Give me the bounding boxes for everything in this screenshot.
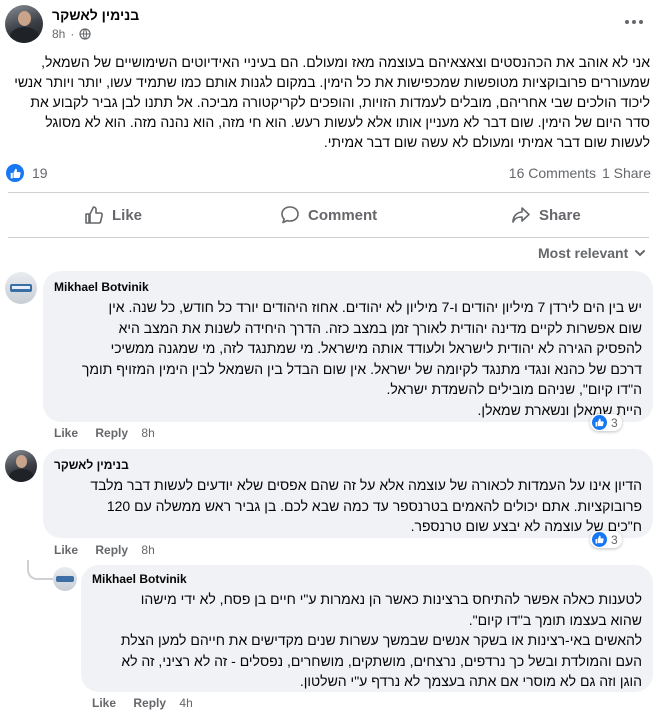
- like-reaction-icon: [6, 164, 24, 182]
- comment-button[interactable]: Comment: [280, 205, 377, 225]
- comment-reply-button[interactable]: Reply: [95, 543, 128, 557]
- comment-reactions-count: 3: [611, 532, 618, 547]
- comment-text: הדיון אינו על העמדות לכאורה של עוצמה אלא…: [54, 475, 642, 537]
- comment-button-label: Comment: [308, 206, 378, 224]
- comment-actions: Like Reply 8h: [54, 426, 155, 440]
- comment-reply-button[interactable]: Reply: [95, 426, 128, 440]
- comment-line: ה"דו קיום", שניהם מובילים להשמדת ישראל.: [386, 381, 642, 397]
- comment-time[interactable]: 8h: [141, 543, 154, 557]
- comment-line: העם והמולדת ובשל כך נרדפים, נרצחים, מושת…: [121, 652, 642, 669]
- comment-sort-label: Most relevant: [538, 245, 629, 261]
- commenter-avatar[interactable]: [5, 272, 37, 304]
- comment-line: הדיון אינו על העמדות לכאורה של עוצמה אלא…: [90, 477, 642, 493]
- comment-sort[interactable]: Most relevant: [538, 245, 646, 261]
- commenter-avatar[interactable]: [53, 567, 77, 591]
- comment-reactions[interactable]: 3: [590, 414, 622, 431]
- comment-like-button[interactable]: Like: [92, 696, 116, 710]
- comment-line: פרובוקציות. אתם יכולים להאמים בטרנספר עד…: [106, 497, 642, 514]
- comment-line: דרכם של כהנא ונגדי מתנגד לקיומה של ישראל…: [81, 360, 642, 377]
- comment-icon: [281, 206, 299, 224]
- post-author-name[interactable]: בנימין לאשקר: [52, 7, 139, 23]
- like-button[interactable]: Like: [84, 205, 142, 225]
- shares-count[interactable]: 1 Share: [602, 165, 651, 181]
- comment-line: הוגן וזה גם לא מוסרי אם אתה בעצמך לא נרד…: [299, 673, 642, 689]
- comment-line: היית שמאלן ונשארת שמאלן.: [477, 401, 642, 418]
- comment-line: ח"כים של עוצמה לא יבצע שום טרנספר.: [410, 518, 642, 534]
- like-button-label: Like: [112, 206, 143, 224]
- like-reaction-icon: [592, 415, 607, 430]
- comment-reply-button[interactable]: Reply: [133, 696, 166, 710]
- comment-actions: Like Reply 8h: [54, 543, 155, 557]
- comment-time[interactable]: 4h: [179, 696, 192, 710]
- post-stats: 16 Comments 1 Share: [509, 165, 651, 181]
- reply-thread-line: [27, 560, 53, 580]
- reactions-count: 19: [32, 165, 48, 181]
- comment-time[interactable]: 8h: [141, 426, 154, 440]
- comment-line: שהוא בעצמו תומך ב"דו קיום".: [468, 611, 642, 628]
- globe-icon: [79, 28, 91, 40]
- comment-reactions[interactable]: 3: [590, 531, 622, 548]
- comment-like-button[interactable]: Like: [54, 426, 78, 440]
- more-dots-icon[interactable]: [622, 14, 646, 30]
- post-meta: 8h ·: [52, 27, 91, 41]
- comment-line: להפסיק הגירה לא יהודית לישראל ולעודד אות…: [110, 340, 642, 356]
- comment-actions: Like Reply 4h: [92, 696, 193, 710]
- comment-author[interactable]: Mikhael Botvinik: [92, 572, 187, 586]
- comment-text: לטענות כאלה אפשר להתיחס ברצינות כאשר הן …: [92, 589, 642, 692]
- commenter-avatar[interactable]: [5, 450, 37, 482]
- reaction-summary[interactable]: 19: [6, 164, 48, 182]
- comment-author[interactable]: Mikhael Botvinik: [54, 280, 149, 294]
- comment-line: לטענות כאלה אפשר להתיחס ברצינות כאשר הן …: [140, 591, 642, 607]
- thumbs-up-icon: [85, 206, 103, 224]
- comment-reactions-count: 3: [611, 415, 618, 430]
- comment-line: יש בין הים לירדן 7 מיליון יהודים ו-7 מיל…: [108, 299, 643, 315]
- divider-top: [8, 192, 649, 193]
- comment-line: שום אפשרות לקיים מדינה יהודית לאורך זמן …: [118, 319, 642, 336]
- divider-bottom: [8, 237, 649, 238]
- share-button[interactable]: Share: [511, 205, 581, 225]
- like-reaction-icon: [592, 532, 607, 547]
- post-text: אני לא אוהב את הכהנסטים וצאצאיהם בעוצמה …: [14, 54, 650, 150]
- share-icon: [512, 207, 530, 223]
- comment-author[interactable]: בנימין לאשקר: [54, 458, 129, 472]
- chevron-down-icon: [635, 250, 646, 257]
- post-time[interactable]: 8h: [52, 27, 65, 41]
- share-button-label: Share: [539, 206, 581, 224]
- comment-like-button[interactable]: Like: [54, 543, 78, 557]
- post-author-avatar[interactable]: [5, 5, 43, 43]
- dot-separator: ·: [70, 27, 75, 41]
- comment-line: להאשים באי-רצינות או בשקר אנשים שבמשך עש…: [120, 632, 642, 648]
- comments-count[interactable]: 16 Comments: [509, 165, 596, 181]
- comment-text: יש בין הים לירדן 7 מיליון יהודים ו-7 מיל…: [54, 297, 642, 420]
